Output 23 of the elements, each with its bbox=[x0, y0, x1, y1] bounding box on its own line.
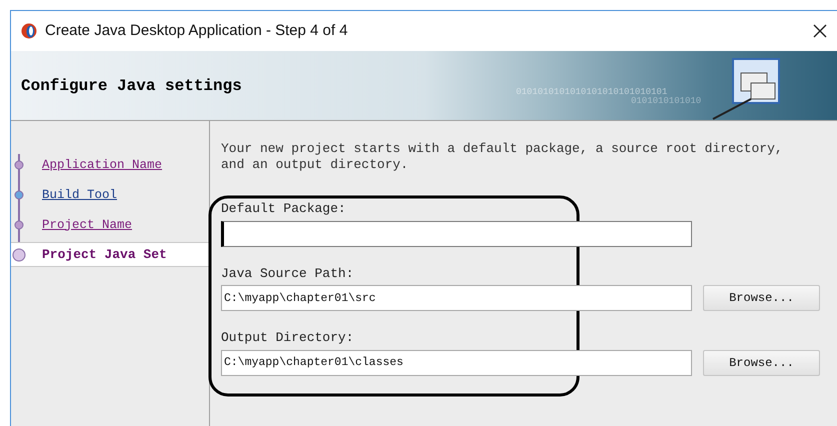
step-node-icon bbox=[12, 218, 26, 232]
windows-icon bbox=[711, 57, 781, 121]
step-node-icon bbox=[12, 188, 26, 202]
window-title: Create Java Desktop Application - Step 4 of 4 bbox=[45, 20, 348, 41]
browse-button[interactable]: Browse... bbox=[703, 350, 820, 376]
browse-button[interactable]: Browse... bbox=[703, 285, 820, 311]
field-label: Default Package: bbox=[221, 200, 346, 218]
text-field[interactable] bbox=[221, 220, 692, 246]
page-heading: Configure Java settings bbox=[21, 76, 242, 96]
field-label: Java Source Path: bbox=[221, 264, 354, 282]
step-link[interactable]: Application Name bbox=[42, 156, 162, 174]
app-icon bbox=[21, 23, 37, 39]
step-link[interactable]: Project Name bbox=[42, 216, 132, 234]
field-label: Output Directory: bbox=[221, 329, 354, 347]
close-icon[interactable] bbox=[813, 24, 827, 38]
intro-text: Your new project starts with a default package, a source root directory, and an output directory. bbox=[221, 141, 784, 173]
text-field[interactable]: C:\myapp\chapter01\src bbox=[221, 285, 692, 311]
step-node-icon bbox=[12, 158, 26, 172]
text-field[interactable]: C:\myapp\chapter01\classes bbox=[221, 350, 692, 376]
step-link[interactable]: Build Tool bbox=[42, 186, 118, 204]
banner-text: 0101010101010 bbox=[631, 95, 702, 108]
banner-text: 0101010101010101010101010101 bbox=[516, 86, 668, 97]
step-node-icon bbox=[12, 248, 26, 262]
